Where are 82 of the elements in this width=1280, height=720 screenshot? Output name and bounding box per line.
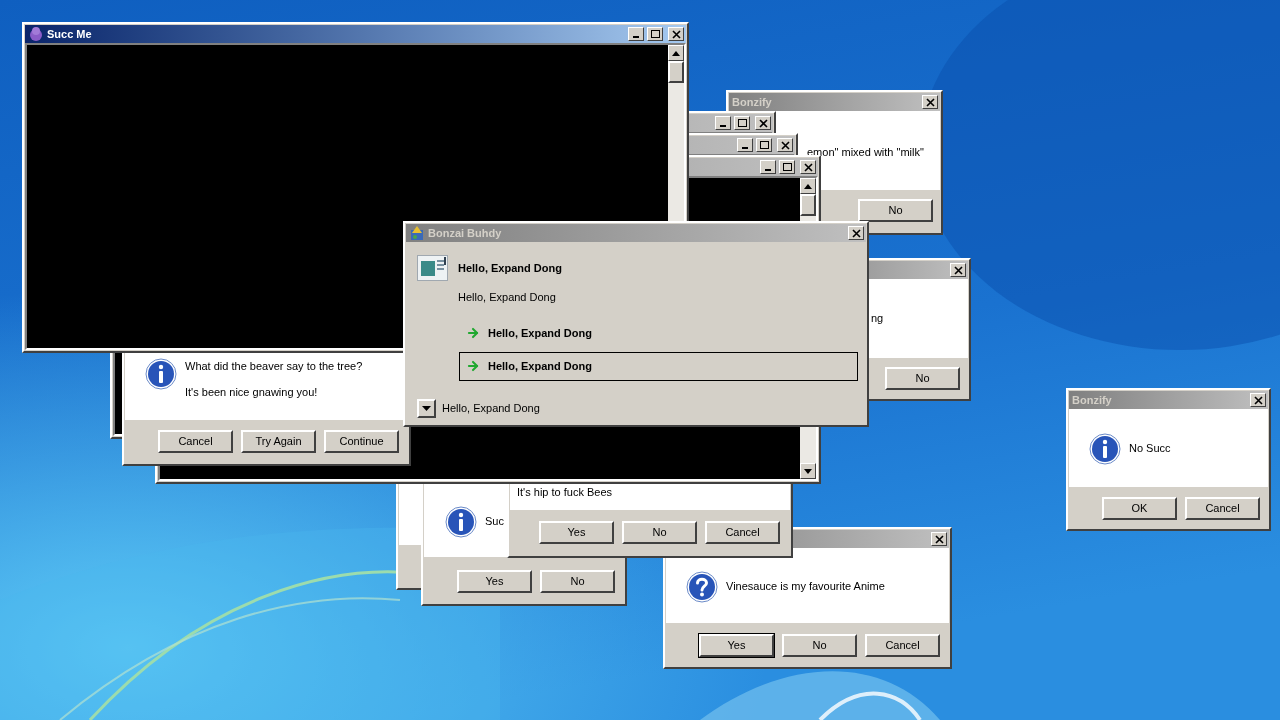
dialog-button[interactable]: OK — [1102, 497, 1177, 520]
minimize-icon — [765, 169, 771, 171]
scroll-thumb[interactable] — [668, 61, 684, 83]
close-icon — [778, 139, 792, 151]
maximize-icon — [757, 139, 771, 151]
dialog-button[interactable]: Try Again — [241, 430, 316, 453]
dialog-button[interactable]: Cancel — [865, 634, 940, 657]
dialog-button[interactable]: No — [858, 199, 933, 222]
dialog-text: Hello, Expand Dong — [457, 290, 557, 305]
message-text: Vinesauce is my favourite Anime — [726, 580, 885, 593]
info-icon — [145, 358, 177, 390]
dialog-button[interactable]: Yes — [457, 570, 532, 593]
close-icon — [923, 96, 937, 108]
up-arrow-icon — [672, 50, 680, 56]
scroll-thumb[interactable] — [800, 194, 816, 216]
close-icon — [1251, 394, 1265, 406]
dialog-button[interactable]: Continue — [324, 430, 399, 453]
minimize-icon — [720, 125, 726, 127]
dialog-button[interactable]: Cancel — [1185, 497, 1260, 520]
dialog-heading: Hello, Expand Dong — [458, 260, 562, 276]
close-icon — [932, 533, 946, 545]
close-icon — [756, 117, 770, 129]
message-text: No Succ — [1129, 442, 1171, 455]
close-icon — [849, 227, 863, 239]
close-icon — [669, 28, 683, 40]
close-button[interactable] — [950, 263, 966, 277]
maximize-button[interactable] — [647, 27, 663, 41]
minimize-button[interactable] — [628, 27, 644, 41]
dialog-button[interactable]: No — [782, 634, 857, 657]
maximize-button[interactable] — [734, 116, 750, 130]
scroll-up-button[interactable] — [668, 45, 684, 61]
maximize-icon — [735, 117, 749, 129]
message-text: ng — [871, 312, 884, 325]
dialog-button[interactable]: Yes — [539, 521, 614, 544]
close-icon — [801, 161, 815, 173]
dialog-button[interactable]: Cancel — [158, 430, 233, 453]
expander-label: Hello, Expand Dong — [442, 400, 540, 416]
close-button[interactable] — [922, 95, 938, 109]
close-button[interactable] — [668, 27, 684, 41]
expand-button[interactable] — [417, 398, 436, 418]
info-icon — [445, 506, 477, 538]
arrow-icon — [466, 359, 480, 373]
minimize-icon — [742, 147, 748, 149]
command-link[interactable]: Hello, Expand Dong — [459, 351, 858, 381]
maximize-icon — [648, 28, 662, 40]
window-title: Bonzify — [732, 94, 772, 110]
window-title: Succ Me — [47, 26, 92, 42]
maximize-button[interactable] — [756, 138, 772, 152]
minimize-button[interactable] — [760, 160, 776, 174]
message-text: What did the beaver say to the tree? — [185, 360, 363, 373]
close-icon — [951, 264, 965, 276]
minimize-icon — [633, 36, 639, 38]
close-button[interactable] — [1250, 393, 1266, 407]
down-arrow-icon — [804, 468, 812, 474]
caret-icon — [422, 405, 431, 411]
window-title: Bonzify — [1072, 392, 1112, 408]
minimize-button[interactable] — [737, 138, 753, 152]
dialog-button[interactable]: No — [622, 521, 697, 544]
window-title: Bonzai Buhdy — [428, 225, 502, 241]
close-button[interactable] — [777, 138, 793, 152]
help-icon — [686, 571, 718, 603]
minimize-button[interactable] — [715, 116, 731, 130]
dialog-button[interactable]: No — [540, 570, 615, 593]
dialog-button[interactable]: No — [885, 367, 960, 390]
scroll-up-button[interactable] — [800, 178, 816, 194]
message-text: It's been nice gnawing you! — [185, 386, 319, 399]
dialog-button[interactable]: Yes — [699, 634, 774, 657]
info-icon — [1089, 433, 1121, 465]
close-button[interactable] — [931, 532, 947, 546]
close-button[interactable] — [800, 160, 816, 174]
close-button[interactable] — [848, 226, 864, 240]
document-icon — [417, 255, 448, 281]
dialog-button[interactable]: Cancel — [705, 521, 780, 544]
up-arrow-icon — [804, 183, 812, 189]
scroll-down-button[interactable] — [800, 463, 816, 479]
close-button[interactable] — [755, 116, 771, 130]
maximize-icon — [780, 161, 794, 173]
message-text: It's hip to fuck Bees — [517, 486, 613, 499]
command-link[interactable]: Hello, Expand Dong — [459, 318, 858, 348]
maximize-button[interactable] — [779, 160, 795, 174]
arrow-icon — [466, 326, 480, 340]
message-text: Suc — [485, 515, 504, 528]
